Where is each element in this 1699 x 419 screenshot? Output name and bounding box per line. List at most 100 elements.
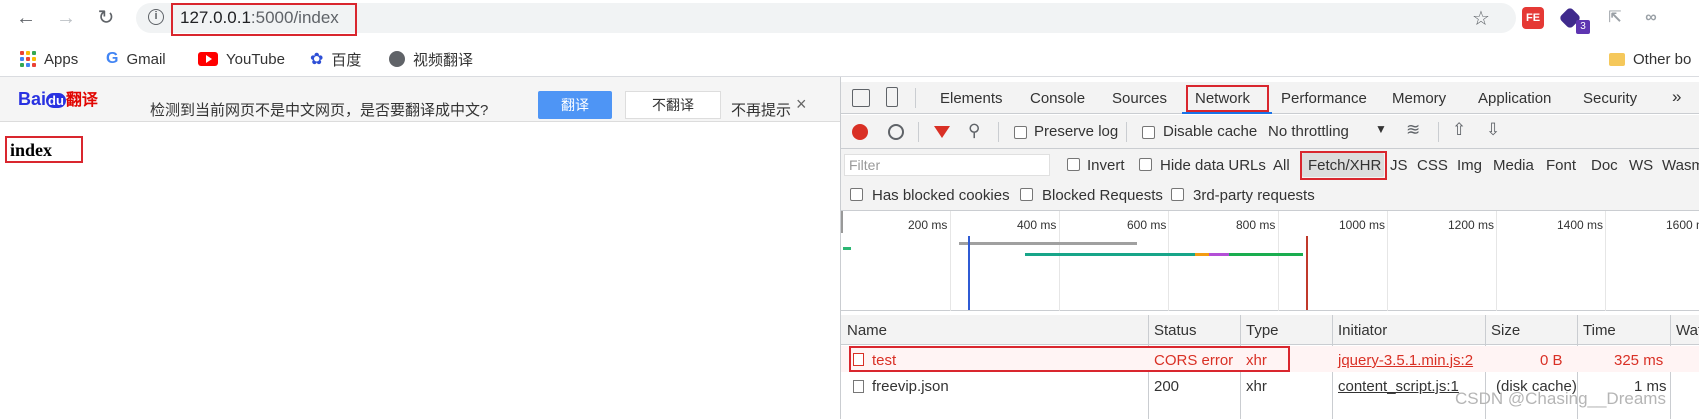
bookmark-other[interactable]: Other bo (1609, 44, 1691, 74)
tick-line (1387, 211, 1388, 311)
search-icon[interactable]: ⚲ (968, 121, 980, 141)
youtube-icon (198, 52, 218, 66)
filter-funnel-icon[interactable] (934, 126, 950, 138)
translate-button[interactable]: 翻译 (538, 91, 612, 119)
globe-icon (389, 51, 405, 67)
reload-icon[interactable]: ↻ (94, 6, 118, 30)
back-arrow-icon[interactable]: ← (14, 6, 38, 30)
column-header-type[interactable]: Type (1246, 322, 1279, 339)
has-blocked-cookies-checkbox[interactable] (850, 188, 863, 201)
waterfall-bar (843, 247, 851, 250)
apps-grid-icon (20, 51, 36, 67)
bookmark-label: Apps (44, 50, 79, 68)
request-initiator-link[interactable]: content_script.js:1 (1338, 378, 1459, 395)
filter-type-all[interactable]: All (1273, 157, 1290, 174)
never-show-button[interactable]: 不再提示 (731, 99, 791, 120)
column-header-size[interactable]: Size (1491, 322, 1520, 339)
filter-type-doc[interactable]: Doc (1591, 157, 1618, 174)
cursor-extension-icon[interactable]: ⇱ (1604, 7, 1626, 29)
fe-extension-icon[interactable]: FE (1522, 7, 1544, 29)
bookmark-video-translate[interactable]: 视频翻译 (389, 44, 473, 74)
request-time: 325 ms (1614, 352, 1664, 369)
record-icon[interactable] (852, 124, 868, 140)
tab-elements[interactable]: Elements (940, 90, 1003, 107)
disable-cache-checkbox[interactable] (1142, 126, 1155, 139)
filter-type-css[interactable]: CSS (1417, 157, 1448, 174)
baidu-translate-logo: Bai du 翻译 (18, 89, 98, 109)
dropdown-arrow-icon[interactable]: ▼ (1375, 122, 1387, 136)
google-icon: G (106, 50, 119, 67)
inspect-element-icon[interactable] (852, 89, 870, 107)
separator (1126, 122, 1127, 142)
tick-label: 400 ms (1017, 218, 1057, 232)
request-type: xhr (1246, 378, 1267, 395)
import-har-icon[interactable]: ⇧ (1452, 120, 1466, 140)
request-initiator-link[interactable]: jquery-3.5.1.min.js:2 (1338, 352, 1473, 369)
bookmark-youtube[interactable]: YouTube (198, 44, 285, 74)
waterfall-bar (1209, 253, 1229, 256)
separator (1438, 122, 1439, 142)
tab-memory[interactable]: Memory (1392, 90, 1446, 107)
network-conditions-icon[interactable]: ≋ (1406, 120, 1420, 140)
column-header-name[interactable]: Name (847, 322, 887, 339)
site-info-icon[interactable]: i (148, 9, 164, 25)
column-header-waterfall[interactable]: Wat (1676, 322, 1699, 339)
filter-input[interactable]: Filter (844, 154, 1050, 176)
preserve-log-checkbox[interactable] (1014, 126, 1027, 139)
more-tabs-icon[interactable]: » (1672, 87, 1681, 107)
close-icon[interactable]: × (796, 94, 807, 115)
bookmark-baidu[interactable]: ✿ 百度 (310, 44, 361, 74)
no-translate-button[interactable]: 不翻译 (625, 91, 721, 119)
blocked-requests-label: Blocked Requests (1042, 187, 1163, 204)
filter-type-media[interactable]: Media (1493, 157, 1534, 174)
bookmark-label: Gmail (126, 50, 166, 68)
filter-type-font[interactable]: Font (1546, 157, 1576, 174)
invert-label: Invert (1087, 157, 1125, 174)
clear-icon[interactable] (888, 124, 904, 140)
third-party-label: 3rd-party requests (1193, 187, 1315, 204)
dom-content-loaded-line (968, 236, 970, 310)
extension-badge: 3 (1576, 20, 1590, 34)
watermark: CSDN @Chasing__Dreams (1455, 389, 1666, 408)
tab-application[interactable]: Application (1478, 90, 1551, 107)
filter-type-js[interactable]: JS (1390, 157, 1408, 174)
bookmark-gmail[interactable]: G Gmail (106, 44, 166, 74)
url-highlight-box (171, 3, 357, 36)
tab-console[interactable]: Console (1030, 90, 1085, 107)
separator (915, 88, 916, 108)
forward-arrow-icon[interactable]: → (54, 6, 78, 30)
bookmark-label: Other bo (1633, 50, 1692, 68)
tick-line (950, 211, 951, 311)
third-party-checkbox[interactable] (1171, 188, 1184, 201)
separator (918, 122, 919, 142)
overview-handle[interactable] (841, 211, 843, 233)
column-header-status[interactable]: Status (1154, 322, 1197, 339)
bookmark-apps[interactable]: Apps (20, 44, 78, 74)
incognito-extension-icon[interactable]: ∞ (1640, 7, 1662, 29)
bookmark-star-icon[interactable]: ☆ (1472, 6, 1490, 31)
filter-type-img[interactable]: Img (1457, 157, 1482, 174)
request-name[interactable]: freevip.json (872, 378, 949, 395)
tab-sources[interactable]: Sources (1112, 90, 1167, 107)
baidu-paw-icon: ✿ (310, 51, 324, 68)
active-tab-indicator (1182, 112, 1272, 114)
column-header-time[interactable]: Time (1583, 322, 1616, 339)
tick-label: 200 ms (908, 218, 948, 232)
translate-message: 检测到当前网页不是中文网页，是否要翻译成中文? (150, 102, 489, 119)
waterfall-bar (1025, 253, 1195, 256)
invert-checkbox[interactable] (1067, 158, 1080, 171)
tab-performance[interactable]: Performance (1281, 90, 1367, 107)
column-header-initiator[interactable]: Initiator (1338, 322, 1387, 339)
filter-type-wasm[interactable]: Wasm (1662, 157, 1699, 174)
tick-label: 1600 ms (1666, 218, 1699, 232)
hide-data-urls-checkbox[interactable] (1139, 158, 1152, 171)
waterfall-bar (1229, 253, 1303, 256)
device-toolbar-icon[interactable] (886, 87, 898, 107)
filter-type-ws[interactable]: WS (1629, 157, 1653, 174)
index-highlight-box (5, 136, 83, 163)
throttling-select[interactable]: No throttling (1268, 123, 1349, 140)
tick-label: 1400 ms (1557, 218, 1604, 232)
blocked-requests-checkbox[interactable] (1020, 188, 1033, 201)
export-har-icon[interactable]: ⇩ (1486, 120, 1500, 140)
tab-security[interactable]: Security (1583, 90, 1637, 107)
